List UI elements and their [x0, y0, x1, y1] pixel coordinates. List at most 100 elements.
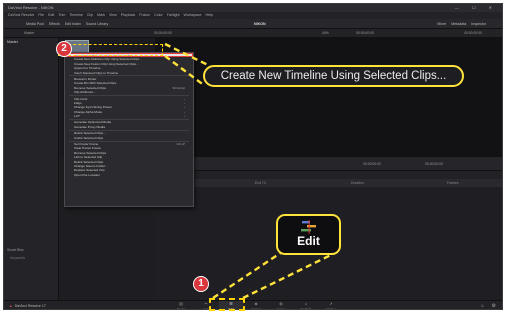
menu-playback[interactable]: Playback	[121, 13, 136, 17]
menu-workspace[interactable]: Workspace	[184, 13, 202, 17]
menu-item-label: Set Poster Frame	[74, 142, 99, 147]
menu-item-label: Insert Selected Clips to Timeline	[74, 70, 119, 75]
toolbar-edit-index[interactable]: Edit Index	[65, 22, 81, 26]
menu-item-label: Change Input Sizing Preset	[74, 105, 112, 110]
source-timecode: 00:00:00:00	[154, 31, 172, 35]
menu-help[interactable]: Help	[205, 13, 212, 17]
master-bin[interactable]: Master	[4, 38, 58, 46]
context-menu-item[interactable]: Clip Attributes...	[65, 90, 193, 94]
menu-color[interactable]: Color	[154, 13, 163, 17]
menu-item-label: Clip Attributes...	[74, 90, 96, 95]
edit-page-icon	[300, 220, 316, 234]
callout-create-timeline: Create New Timeline Using Selected Clips…	[203, 65, 464, 87]
menu-item-label: Append to Timeline	[74, 66, 101, 71]
viewer	[155, 38, 502, 156]
context-menu-item[interactable]: Insert Selected Clips to Timeline	[65, 71, 193, 75]
column-header[interactable]: Frames	[447, 179, 459, 187]
menu-item-label: Remove Selected Clips	[74, 85, 107, 90]
menu-davinci-resolve[interactable]: DaVinci Resolve	[8, 13, 34, 17]
menu-item-label: Generate Proxy Media	[74, 124, 105, 129]
page-label: Color	[277, 307, 285, 310]
secondary-toolbar: Master 00:00:00:00 44% 00:00:00:00 00:00…	[4, 29, 502, 38]
toolbar-effects[interactable]: Effects	[49, 22, 60, 26]
menu-mark[interactable]: Mark	[97, 13, 105, 17]
menu-bar: DaVinci Resolve File Edit Trim Timeline Clip M…	[4, 12, 502, 19]
toolbar-metadata[interactable]: Metadata	[451, 22, 466, 26]
context-menu-item[interactable]: Open File Location	[65, 173, 193, 177]
menu-item-label: Change Alpha Mode	[74, 109, 103, 114]
settings-gear-icon[interactable]: ⚙	[492, 303, 496, 309]
record-timecode: 00:00:00:00	[356, 31, 374, 35]
page-fusion[interactable]: ◈ Fusion	[244, 301, 268, 310]
menu-item-label: Flags	[74, 100, 82, 105]
menu-item-label: Reveal in Finder	[74, 76, 97, 81]
step-1-badge: 1	[193, 276, 209, 292]
resolve-logo-icon: ▲	[9, 304, 13, 308]
page-media[interactable]: ▤ Media	[169, 301, 193, 310]
toolbar-inspector[interactable]: Inspector	[471, 22, 486, 26]
page-fairlight[interactable]: ♫ Fairlight	[294, 301, 318, 310]
menu-view[interactable]: View	[109, 13, 117, 17]
page-label: Fusion	[251, 307, 261, 310]
menu-item-label: Generate Optimized Media	[74, 120, 111, 125]
menu-file[interactable]: File	[38, 13, 44, 17]
menu-fusion[interactable]: Fusion	[139, 13, 150, 17]
bin-list-panel: Master Smart Bins Keywords	[4, 38, 59, 300]
menu-item-shortcut: ›	[183, 114, 185, 119]
edit-callout-label: Edit	[297, 234, 320, 248]
page-deliver[interactable]: ➚ Deliver	[319, 301, 343, 310]
viewer-controls: 00:00:00:00 00:00:00:00 00:00:00:00	[155, 156, 502, 170]
timeline-timecode: 00:00:00:00	[464, 31, 482, 35]
smart-bins-label: Smart Bins	[7, 248, 24, 252]
home-icon[interactable]: ⌂	[481, 303, 484, 309]
column-header[interactable]: End TC	[255, 179, 266, 187]
top-toolbar: Media Pool Effects Edit Index Sound Library…	[4, 19, 502, 29]
window-title: DaVinci Resolve - NIKON	[8, 5, 54, 10]
menu-item-label: Clear Poster Frame	[74, 146, 101, 151]
toolbar-mixer[interactable]: Mixer	[437, 22, 446, 26]
menu-item-label: Remove Selected Clips	[74, 150, 107, 155]
zoom-level[interactable]: 44%	[322, 29, 329, 38]
project-name: NIKON	[254, 22, 266, 26]
menu-trim[interactable]: Trim	[58, 13, 65, 17]
context-menu-item[interactable]: Unlink Selected Clips	[65, 136, 193, 140]
toolbar-media-pool[interactable]: Media Pool	[26, 22, 44, 26]
menu-clip[interactable]: Clip	[87, 13, 93, 17]
bin-label: Master	[24, 31, 35, 35]
menu-item-highlight	[58, 44, 163, 56]
menu-item-label: Clip Color	[74, 96, 88, 101]
end-tc: 00:00:00:00	[425, 162, 443, 166]
column-header[interactable]: Duration	[351, 179, 364, 187]
edit-page-highlight	[209, 298, 245, 311]
menu-item-label: Create New Fusion Clip Using Selected Cl…	[74, 61, 139, 66]
toolbar-sound-library[interactable]: Sound Library	[86, 22, 108, 26]
window-controls[interactable]: — ☐ ✕	[455, 4, 498, 12]
menu-item-label: Relink Selected Clips	[74, 159, 104, 164]
timeline-toolbar	[155, 170, 502, 179]
keywords-bin[interactable]: Keywords	[10, 256, 25, 260]
timeline-columns: Start TCEnd TCDurationFrames	[155, 179, 502, 187]
menu-item-label: Change Source Folder...	[74, 163, 108, 168]
page-label: Fairlight	[300, 307, 312, 310]
menu-item-label: Create Bin With Selected Clips	[74, 81, 117, 86]
menu-item-label: Unlink Selected Clips	[74, 135, 104, 140]
context-menu: Create New Timeline Using Selected Clips…	[64, 52, 194, 207]
menu-timeline[interactable]: Timeline	[69, 13, 82, 17]
menu-item-label: Link to Selected Clip	[74, 155, 103, 160]
page-color[interactable]: ◍ Color	[269, 301, 293, 310]
menu-item-label: Open File Location	[74, 172, 100, 177]
title-bar: DaVinci Resolve - NIKON — ☐ ✕	[4, 4, 502, 12]
page-label: Cut	[203, 307, 209, 310]
menu-item-label: Replace Selected Clip	[74, 168, 105, 173]
context-menu-item[interactable]: Generate Proxy Media	[65, 125, 193, 129]
brand: ▲ DaVinci Resolve 17	[9, 304, 46, 308]
page-label: Deliver	[326, 307, 336, 310]
edit-page-callout: Edit	[276, 214, 341, 255]
menu-edit[interactable]: Edit	[48, 13, 54, 17]
page-label: Media	[176, 307, 186, 310]
menu-item-label: Relink Selected Clips...	[74, 131, 106, 136]
step-2-badge: 2	[56, 41, 72, 57]
context-menu-item[interactable]: LUT ›	[65, 114, 193, 118]
menu-fairlight[interactable]: Fairlight	[167, 13, 180, 17]
menu-item-label: LUT	[74, 114, 80, 119]
